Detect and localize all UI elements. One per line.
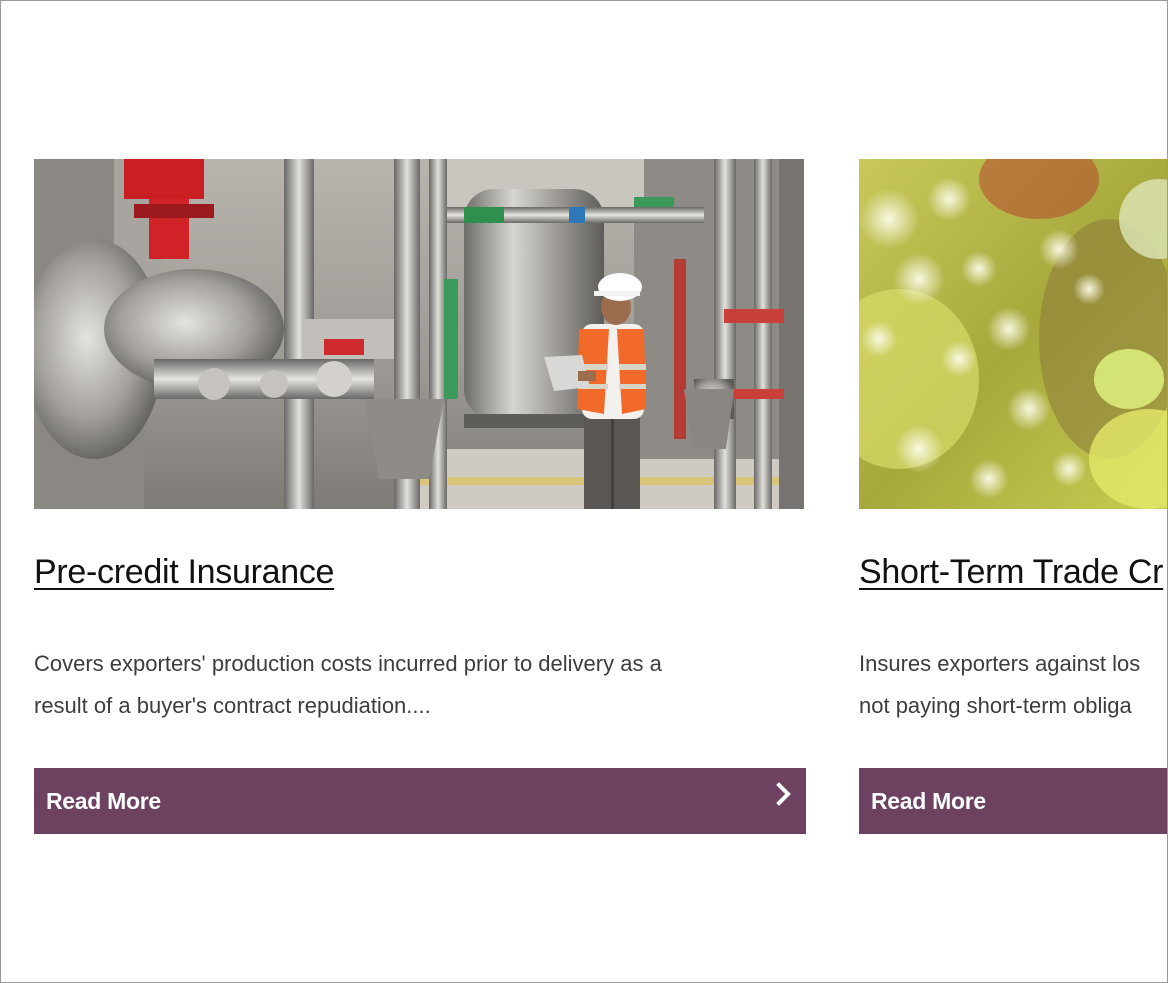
card-description-line: Covers exporters' production costs incur… [34, 651, 662, 676]
card-title-link[interactable]: Short-Term Trade Cr [859, 553, 1163, 592]
card-description: Insures exporters against los not paying… [859, 643, 1167, 727]
read-more-label: Read More [46, 788, 161, 814]
page-frame: Pre-credit Insurance Covers exporters' p… [0, 0, 1168, 983]
read-more-label: Read More [871, 788, 986, 814]
read-more-button[interactable]: Read More [34, 768, 806, 834]
card-description: Covers exporters' production costs incur… [34, 643, 794, 727]
product-card-short-term-trade: Short-Term Trade Cr Insures exporters ag… [859, 159, 1167, 834]
card-description-line: not paying short-term obliga [859, 693, 1132, 718]
card-image-foliage[interactable] [859, 159, 1167, 509]
card-title-link[interactable]: Pre-credit Insurance [34, 553, 334, 592]
card-description-line: result of a buyer's contract repudiation… [34, 693, 431, 718]
card-image-industrial-plant[interactable] [34, 159, 804, 509]
product-card-pre-credit: Pre-credit Insurance Covers exporters' p… [34, 159, 806, 834]
card-description-line: Insures exporters against los [859, 651, 1141, 676]
chevron-right-icon [776, 782, 791, 806]
read-more-button[interactable]: Read More [859, 768, 1167, 834]
